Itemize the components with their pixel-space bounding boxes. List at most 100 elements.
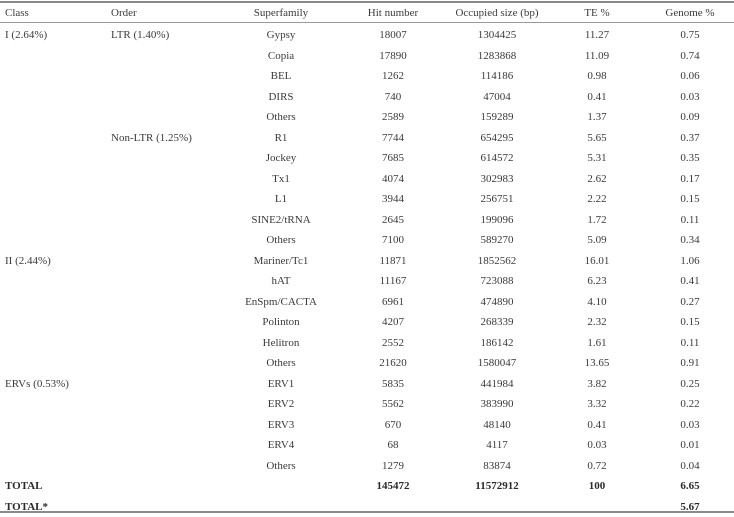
cell-hit-number: 7744 — [345, 128, 441, 149]
cell-superfamily: ERV3 — [217, 415, 345, 436]
cell-occupied-size: 1283868 — [441, 46, 553, 67]
cell-order — [111, 456, 217, 477]
cell-hit-number: 740 — [345, 87, 441, 108]
cell-class — [0, 128, 111, 149]
cell-genome-percent: 0.15 — [641, 312, 734, 333]
cell-order — [111, 271, 217, 292]
table-row: Tx140743029832.620.17 — [0, 169, 734, 190]
cell-occupied-size: 268339 — [441, 312, 553, 333]
cell-te-percent: 3.32 — [553, 394, 641, 415]
cell-occupied-size — [441, 497, 553, 517]
cell-class — [0, 333, 111, 354]
cell-superfamily — [217, 476, 345, 497]
header-class: Class — [0, 4, 111, 23]
cell-superfamily: SINE2/tRNA — [217, 210, 345, 231]
cell-order — [111, 333, 217, 354]
cell-class — [0, 210, 111, 231]
cell-genome-percent: 0.25 — [641, 374, 734, 395]
cell-class: I (2.64%) — [0, 23, 111, 46]
cell-superfamily: R1 — [217, 128, 345, 149]
cell-hit-number: 4074 — [345, 169, 441, 190]
cell-occupied-size: 48140 — [441, 415, 553, 436]
cell-class — [0, 415, 111, 436]
cell-order — [111, 189, 217, 210]
cell-hit-number: 6961 — [345, 292, 441, 313]
table-row: Others1279838740.720.04 — [0, 456, 734, 477]
cell-superfamily: Others — [217, 107, 345, 128]
cell-order — [111, 107, 217, 128]
cell-occupied-size: 256751 — [441, 189, 553, 210]
table-row: DIRS740470040.410.03 — [0, 87, 734, 108]
cell-genome-percent: 0.35 — [641, 148, 734, 169]
cell-superfamily: ERV2 — [217, 394, 345, 415]
cell-occupied-size: 159289 — [441, 107, 553, 128]
cell-te-percent: 2.32 — [553, 312, 641, 333]
cell-class — [0, 46, 111, 67]
cell-te-percent: 1.37 — [553, 107, 641, 128]
cell-genome-percent: 0.06 — [641, 66, 734, 87]
cell-occupied-size: 1580047 — [441, 353, 553, 374]
cell-superfamily: Polinton — [217, 312, 345, 333]
cell-class — [0, 271, 111, 292]
cell-superfamily: Jockey — [217, 148, 345, 169]
header-te-percent: TE % — [553, 4, 641, 23]
cell-superfamily: L1 — [217, 189, 345, 210]
cell-superfamily: DIRS — [217, 87, 345, 108]
total-row: TOTAL*5.67 — [0, 497, 734, 517]
cell-order: LTR (1.40%) — [111, 23, 217, 46]
cell-class — [0, 292, 111, 313]
cell-occupied-size: 47004 — [441, 87, 553, 108]
cell-hit-number: 11167 — [345, 271, 441, 292]
cell-order — [111, 292, 217, 313]
cell-genome-percent: 0.03 — [641, 87, 734, 108]
cell-te-percent: 0.03 — [553, 435, 641, 456]
table-bottom-rule — [0, 511, 734, 513]
cell-genome-percent: 0.75 — [641, 23, 734, 46]
cell-te-percent: 3.82 — [553, 374, 641, 395]
cell-order — [111, 415, 217, 436]
cell-order — [111, 66, 217, 87]
cell-order — [111, 251, 217, 272]
table-row: SINE2/tRNA26451990961.720.11 — [0, 210, 734, 231]
cell-te-percent: 0.98 — [553, 66, 641, 87]
cell-occupied-size: 186142 — [441, 333, 553, 354]
cell-superfamily: Helitron — [217, 333, 345, 354]
cell-occupied-size: 302983 — [441, 169, 553, 190]
cell-hit-number: 5562 — [345, 394, 441, 415]
table-row: ERVs (0.53%)ERV158354419843.820.25 — [0, 374, 734, 395]
cell-genome-percent: 6.65 — [641, 476, 734, 497]
cell-te-percent: 11.27 — [553, 23, 641, 46]
table-row: L139442567512.220.15 — [0, 189, 734, 210]
cell-te-percent: 2.22 — [553, 189, 641, 210]
cell-superfamily: Others — [217, 353, 345, 374]
cell-occupied-size: 654295 — [441, 128, 553, 149]
cell-order — [111, 46, 217, 67]
cell-genome-percent: 0.11 — [641, 333, 734, 354]
cell-genome-percent: 0.03 — [641, 415, 734, 436]
cell-class: II (2.44%) — [0, 251, 111, 272]
cell-class — [0, 312, 111, 333]
cell-occupied-size: 4117 — [441, 435, 553, 456]
cell-te-percent: 100 — [553, 476, 641, 497]
table-row: hAT111677230886.230.41 — [0, 271, 734, 292]
table-row: ERV3670481400.410.03 — [0, 415, 734, 436]
cell-superfamily: Copia — [217, 46, 345, 67]
cell-superfamily: BEL — [217, 66, 345, 87]
cell-superfamily: Others — [217, 230, 345, 251]
cell-hit-number: 2589 — [345, 107, 441, 128]
table-row: ERV46841170.030.01 — [0, 435, 734, 456]
cell-hit-number: 2552 — [345, 333, 441, 354]
cell-order — [111, 148, 217, 169]
cell-hit-number: 3944 — [345, 189, 441, 210]
cell-occupied-size: 614572 — [441, 148, 553, 169]
cell-hit-number: 7685 — [345, 148, 441, 169]
te-summary-table-container: Class Order Superfamily Hit number Occup… — [0, 0, 734, 516]
cell-te-percent: 5.31 — [553, 148, 641, 169]
cell-genome-percent: 0.09 — [641, 107, 734, 128]
cell-genome-percent: 0.91 — [641, 353, 734, 374]
table-body: I (2.64%)LTR (1.40%)Gypsy18007130442511.… — [0, 23, 734, 517]
table-row: ERV255623839903.320.22 — [0, 394, 734, 415]
cell-superfamily: ERV1 — [217, 374, 345, 395]
cell-occupied-size: 441984 — [441, 374, 553, 395]
cell-order — [111, 87, 217, 108]
